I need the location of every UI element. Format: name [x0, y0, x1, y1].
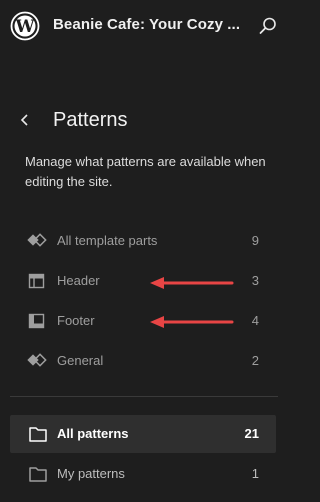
nav-item-label: All template parts: [57, 233, 158, 248]
page-description: Manage what patterns are available when …: [25, 154, 266, 189]
nav-item-label: Footer: [57, 313, 95, 328]
nav-item-general[interactable]: General 2: [16, 344, 272, 378]
pattern-item-all-patterns[interactable]: All patterns 21: [10, 415, 276, 453]
pattern-item-label: All patterns: [57, 426, 129, 441]
wordpress-logo-icon[interactable]: W: [10, 11, 40, 41]
nav-item-count: 4: [251, 313, 259, 328]
nav-item-count: 2: [251, 353, 259, 368]
top-bar: W Beanie Cafe: Your Cozy ...: [0, 0, 288, 54]
annotation-arrow-header: [148, 276, 238, 290]
pattern-item-count: 21: [244, 426, 259, 441]
chevron-left-icon: [20, 114, 28, 126]
folder-icon: [28, 425, 48, 443]
site-editor-sidebar: W Beanie Cafe: Your Cozy ... Patterns Ma…: [0, 0, 288, 502]
blocks-icon: [26, 351, 48, 371]
blocks-icon: [26, 231, 48, 251]
header-layout-icon: [26, 271, 48, 291]
nav-item-count: 9: [251, 233, 259, 248]
nav-item-count: 3: [251, 273, 259, 288]
footer-layout-icon: [26, 311, 48, 331]
svg-text:W: W: [14, 17, 35, 37]
nav-item-all-template-parts[interactable]: All template parts 9: [16, 224, 272, 258]
page-title: Patterns: [53, 109, 128, 131]
nav-item-label: General: [57, 353, 104, 368]
annotation-arrow-footer: [148, 315, 238, 329]
folder-icon: [28, 465, 48, 483]
back-button[interactable]: [16, 110, 34, 130]
pattern-item-label: My patterns: [57, 466, 125, 481]
site-title[interactable]: Beanie Cafe: Your Cozy ...: [53, 16, 243, 33]
divider: [10, 396, 278, 397]
search-icon[interactable]: [258, 16, 278, 36]
pattern-item-count: 1: [251, 466, 259, 481]
nav-item-label: Header: [57, 273, 100, 288]
pattern-item-my-patterns[interactable]: My patterns 1: [10, 455, 276, 493]
